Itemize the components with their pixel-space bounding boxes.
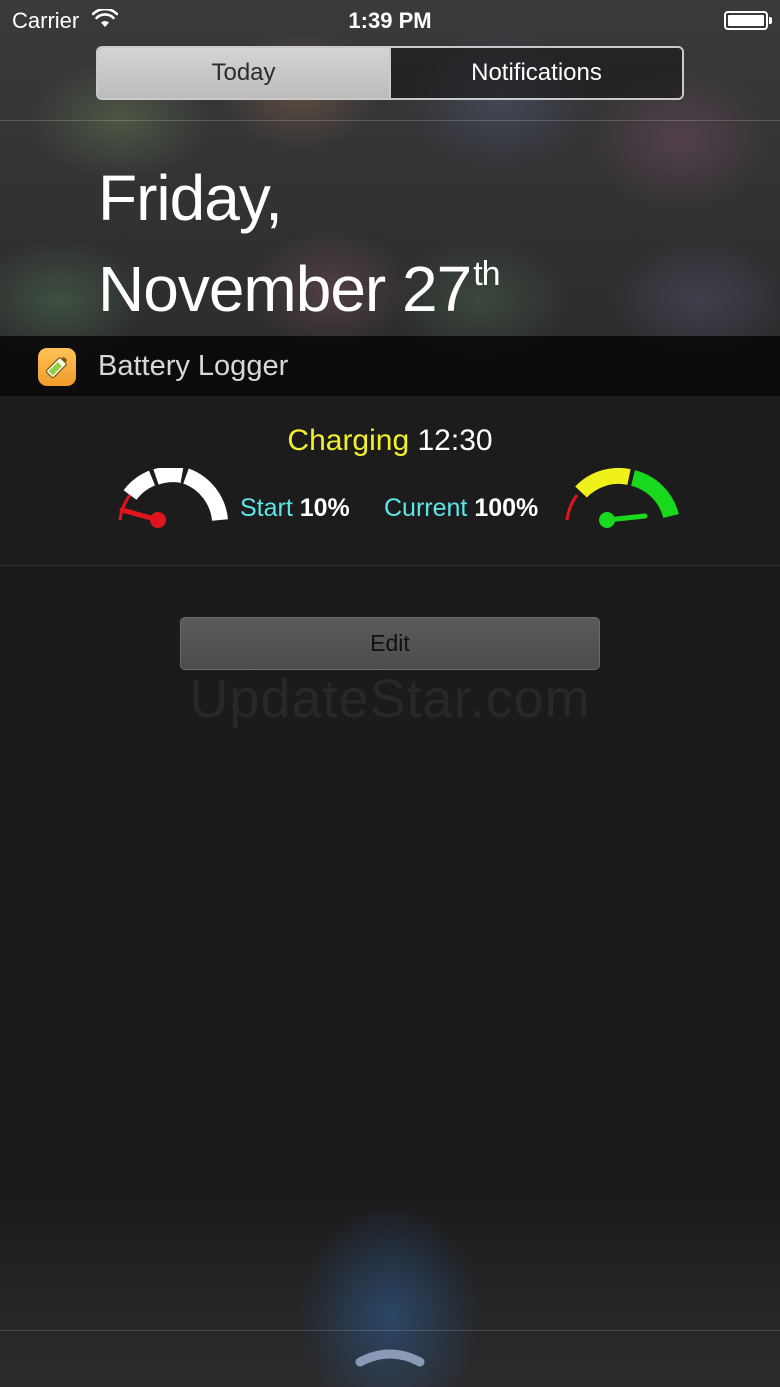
battery-icon: [724, 11, 772, 30]
battery-logger-app-icon: [38, 348, 76, 386]
widget-divider: [0, 565, 780, 566]
charging-status: Charging 12:30: [0, 424, 780, 458]
gauge-white-segment-1: [123, 470, 156, 501]
charging-label: Charging: [287, 424, 410, 457]
tab-today[interactable]: Today: [98, 48, 389, 98]
current-value: 100%: [474, 494, 539, 522]
edit-button[interactable]: Edit: [180, 617, 600, 670]
chevron-up-grabber-icon[interactable]: [354, 1344, 426, 1370]
date-ordinal-suffix: th: [473, 255, 500, 293]
current-level-gauge: [565, 468, 679, 528]
start-value: 10%: [299, 494, 350, 522]
header-divider: [0, 120, 780, 121]
battery-logger-widget[interactable]: Charging 12:30 Start 10% Current 100%: [0, 396, 780, 566]
today-date: Friday, November 27th: [98, 160, 501, 327]
charging-time: 12:30: [417, 424, 493, 457]
date-month-day: November 27: [98, 253, 472, 325]
watermark: UpdateStar.com: [189, 669, 591, 729]
start-level-gauge: [118, 468, 228, 528]
gauge-low-segment: [118, 494, 132, 521]
date-weekday: Friday,: [98, 162, 283, 234]
start-label: Start: [240, 494, 293, 522]
gauge-white-segment-3: [182, 468, 228, 522]
status-time: 1:39 PM: [348, 8, 432, 33]
gauge-high-segment: [630, 470, 679, 519]
today-notifications-segmented-control: Today Notifications: [96, 46, 684, 100]
widget-header[interactable]: Battery Logger: [0, 336, 780, 396]
current-stat: Current 100%: [384, 494, 538, 523]
date-day: November 27th: [98, 236, 501, 327]
bottom-divider: [0, 1330, 780, 1331]
gauge-hub: [150, 512, 166, 528]
gauge-mid-segment: [575, 468, 631, 498]
status-bar: Carrier 1:39 PM: [0, 0, 780, 40]
start-stat: Start 10%: [240, 494, 350, 523]
current-label: Current: [384, 494, 468, 522]
gauge-white-segment-2: [153, 468, 184, 485]
tab-notifications[interactable]: Notifications: [389, 48, 682, 98]
gauge-low-segment: [565, 494, 579, 521]
widget-app-name: Battery Logger: [98, 350, 289, 382]
gauge-hub: [599, 512, 615, 528]
